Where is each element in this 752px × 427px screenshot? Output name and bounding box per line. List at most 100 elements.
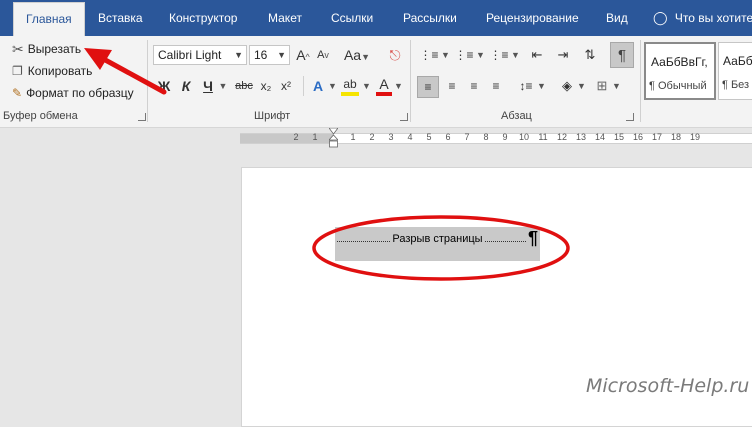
page-break-marker[interactable]: Разрыв страницы ¶ (335, 227, 540, 261)
align-left-button[interactable]: ≡ (417, 76, 439, 98)
change-case-button[interactable]: Aa▼ (343, 45, 371, 65)
font-color-button[interactable]: A (376, 76, 392, 96)
ribbon: ✂ Вырезать ❐ Копировать ✎ Формат по обра… (0, 36, 752, 128)
sort-button[interactable]: ⇅ (580, 45, 600, 65)
chevron-down-icon[interactable]: ▼ (441, 45, 450, 65)
paragraph-group-label: Абзац (501, 110, 532, 122)
format-painter-label: Формат по образцу (26, 86, 134, 100)
ruler-number: 2 (293, 132, 299, 142)
horizontal-ruler[interactable]: 2 1 1 2 3 4 5 6 7 8 9 10 11 12 13 14 15 16 17 18 19 (0, 127, 752, 148)
grow-font-button[interactable]: A^ (295, 45, 311, 65)
bold-button[interactable]: Ж (157, 76, 171, 96)
decrease-indent-button[interactable]: ⇤ (527, 45, 547, 65)
borders-button[interactable]: ⊞ (592, 76, 612, 96)
clear-formatting-button[interactable]: ⎋ (385, 45, 405, 65)
superscript-button[interactable]: x² (278, 76, 294, 96)
ruler-number: 6 (445, 132, 451, 142)
tab-home[interactable]: Главная (13, 2, 85, 36)
style-normal[interactable]: АаБбВвГг, ¶ Обычный (644, 42, 716, 100)
tab-layout[interactable]: Макет (268, 0, 302, 36)
indent-marker-icon[interactable] (328, 127, 339, 148)
multilevel-list-icon: ⋮≡ (489, 48, 509, 62)
bullets-button[interactable]: ⋮≡ (417, 45, 441, 65)
copy-label: Копировать (27, 64, 93, 78)
chevron-down-icon[interactable]: ▼ (394, 76, 403, 96)
italic-button[interactable]: К (179, 76, 193, 96)
copy-button[interactable]: ❐ Копировать (12, 62, 92, 80)
font-size-combo[interactable]: 16 ▼ (249, 45, 290, 65)
highlight-button[interactable]: ab (341, 76, 359, 96)
chevron-down-icon[interactable]: ▼ (577, 76, 586, 96)
ruler-number: 4 (407, 132, 413, 142)
cut-label: Вырезать (27, 42, 82, 56)
paragraph-dialog-launcher[interactable] (626, 113, 634, 121)
tab-design[interactable]: Конструктор (169, 0, 237, 36)
chevron-down-icon[interactable]: ▼ (537, 76, 546, 96)
align-center-icon: ≡ (448, 79, 456, 93)
borders-icon: ⊞ (596, 78, 608, 93)
tab-references[interactable]: Ссылки (331, 0, 373, 36)
multilevel-list-button[interactable]: ⋮≡ (487, 45, 511, 65)
increase-indent-button[interactable]: ⇥ (553, 45, 573, 65)
caret-down-icon: v (324, 50, 329, 60)
eraser-icon: ⎋ (389, 47, 401, 63)
divider (640, 40, 641, 122)
align-right-button[interactable]: ≡ (464, 76, 484, 96)
cut-button[interactable]: ✂ Вырезать (12, 40, 81, 58)
sort-icon: ⇅ (584, 47, 596, 62)
ruler-number: 3 (388, 132, 394, 142)
font-dialog-launcher[interactable] (400, 113, 408, 121)
chevron-down-icon[interactable]: ▼ (362, 76, 371, 96)
line-spacing-icon: ↕≡ (519, 79, 533, 93)
chevron-down-icon[interactable]: ▼ (328, 76, 337, 96)
subscript-button[interactable]: x₂ (258, 76, 274, 96)
numbering-button[interactable]: ⋮≡ (452, 45, 476, 65)
tab-view[interactable]: Вид (606, 0, 628, 36)
text-effects-button[interactable]: A (310, 76, 326, 96)
format-painter-button[interactable]: ✎ Формат по образцу (12, 84, 134, 102)
tell-me-box[interactable]: ◯ Что вы хотите (653, 0, 752, 36)
ruler-number: 19 (689, 132, 700, 142)
ruler-number: 9 (502, 132, 508, 142)
lightbulb-icon: ◯ (653, 10, 668, 25)
style-no-spacing[interactable]: АаБбВв ¶ Без (718, 42, 752, 100)
chevron-down-icon[interactable]: ▼ (511, 45, 520, 65)
style-sample: АаБбВвГг, (651, 55, 708, 69)
grow-font-icon: A (296, 47, 306, 63)
tab-mailings[interactable]: Рассылки (403, 0, 457, 36)
divider (410, 40, 411, 122)
clipboard-dialog-launcher[interactable] (138, 113, 146, 121)
font-name-combo[interactable]: Calibri Light ▼ (153, 45, 247, 65)
ruler-number: 13 (575, 132, 586, 142)
strikethrough-button[interactable]: abc (233, 76, 255, 96)
tab-insert[interactable]: Вставка (98, 0, 143, 36)
underline-button[interactable]: Ч (201, 76, 215, 96)
watermark: Microsoft-Help.ru (586, 375, 750, 397)
underline-dropdown-icon[interactable]: ▼ (218, 76, 228, 96)
ruler-number: 7 (464, 132, 470, 142)
chevron-down-icon[interactable]: ▼ (476, 45, 485, 65)
ruler-number: 12 (556, 132, 567, 142)
ruler-number: 8 (483, 132, 489, 142)
shrink-font-button[interactable]: Av (315, 45, 331, 65)
line-spacing-button[interactable]: ↕≡ (516, 76, 536, 96)
tell-me-label: Что вы хотите (674, 11, 752, 25)
chevron-down-icon[interactable]: ▼ (612, 76, 621, 96)
justify-button[interactable]: ≡ (486, 76, 506, 96)
align-center-button[interactable]: ≡ (442, 76, 462, 96)
chevron-down-icon: ▼ (361, 52, 371, 62)
style-name: ¶ Обычный (649, 80, 707, 92)
shading-button[interactable]: ◈ (557, 76, 577, 96)
chevron-down-icon: ▼ (277, 50, 286, 60)
ruler-number: 2 (369, 132, 375, 142)
chevron-down-icon: ▼ (234, 50, 243, 60)
paint-bucket-icon: ◈ (562, 78, 572, 93)
divider (303, 76, 304, 96)
paintbrush-icon: ✎ (12, 86, 23, 100)
show-formatting-marks-button[interactable]: ¶ (610, 42, 634, 68)
tab-review[interactable]: Рецензирование (486, 0, 579, 36)
font-size-value: 16 (254, 48, 268, 62)
ruler-number: 5 (426, 132, 432, 142)
ribbon-tab-bar: Главная Вставка Конструктор Макет Ссылки… (0, 0, 752, 36)
font-name-value: Calibri Light (158, 48, 222, 62)
